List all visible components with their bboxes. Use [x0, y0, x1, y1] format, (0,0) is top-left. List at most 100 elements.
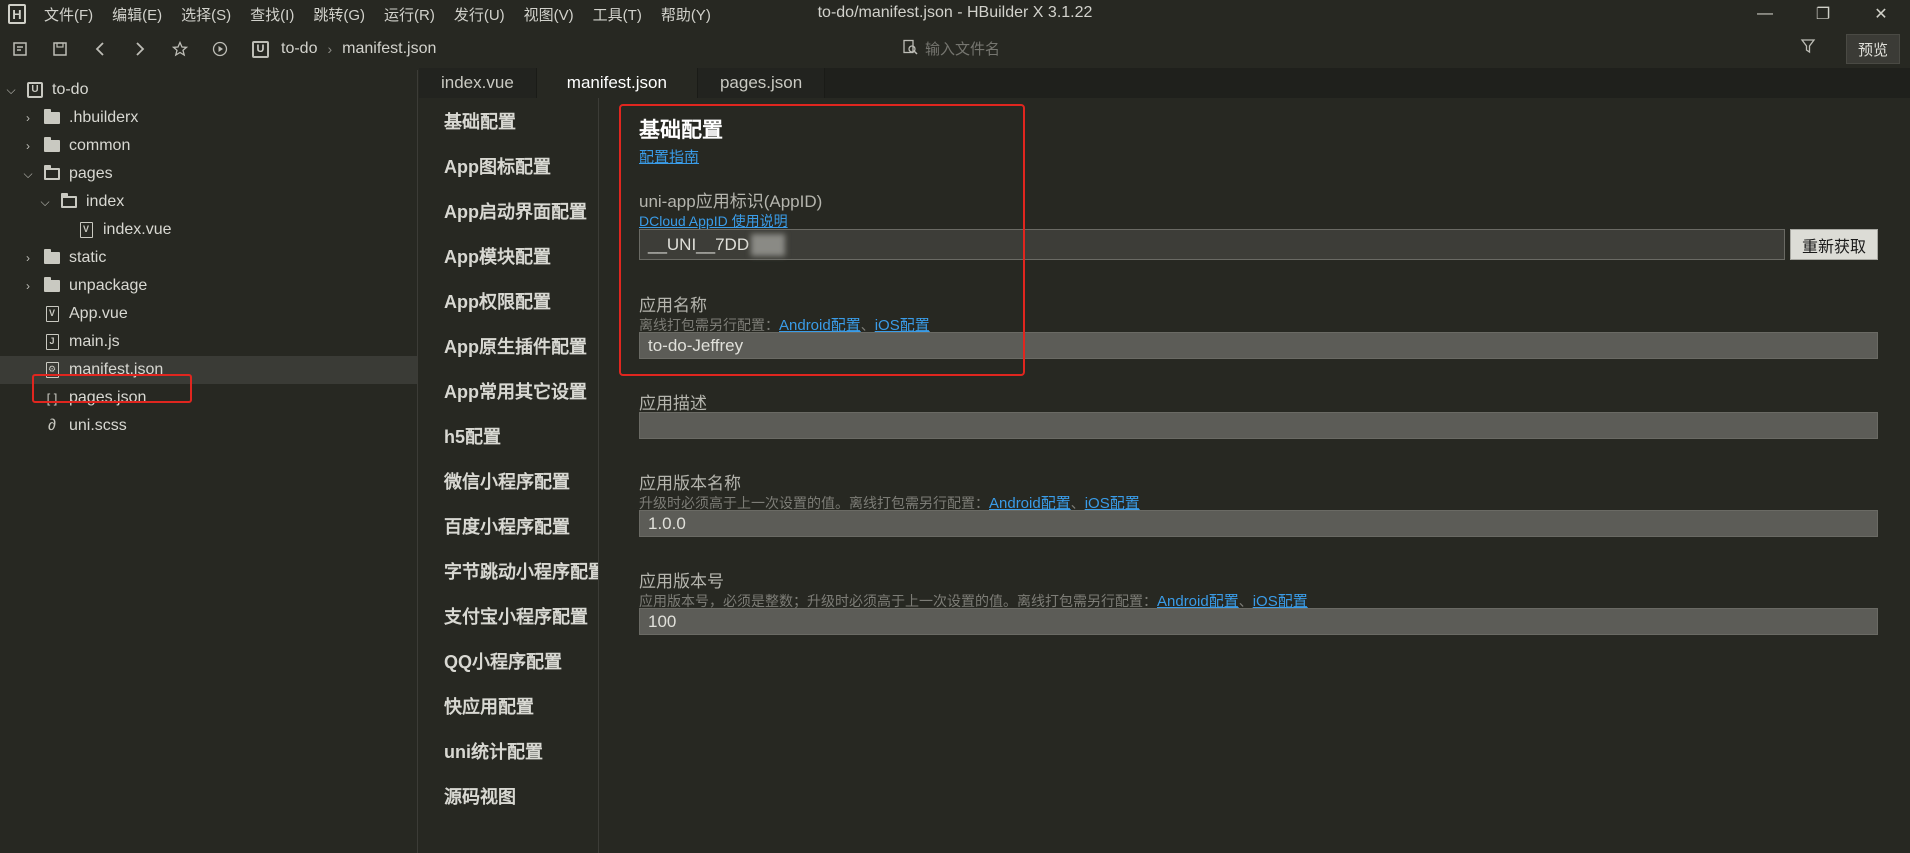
- config-nav-item[interactable]: 快应用配置: [419, 683, 598, 728]
- config-nav-item[interactable]: App原生插件配置: [419, 323, 598, 368]
- tree-item-app-vue[interactable]: V App.vue: [0, 300, 417, 328]
- menu-item[interactable]: 查找(I): [250, 4, 294, 25]
- config-nav-item[interactable]: App模块配置: [419, 233, 598, 278]
- app-name-label: 应用名称: [639, 296, 707, 315]
- breadcrumb-project[interactable]: to-do: [281, 40, 317, 58]
- menu-item[interactable]: 运行(R): [384, 4, 435, 25]
- tree-item-pages[interactable]: ⌵ pages: [0, 160, 417, 188]
- version-code-field[interactable]: 100: [639, 608, 1878, 635]
- version-code-hint-text: 应用版本号，必须是整数；升级时必须高于上一次设置的值。离线打包需另行配置：: [639, 593, 1157, 609]
- tree-item-static[interactable]: › static: [0, 244, 417, 272]
- toolbar: U to-do › manifest.json 预览: [0, 32, 1910, 66]
- breadcrumb-separator-icon: ›: [327, 41, 333, 57]
- config-guide-link[interactable]: 配置指南: [639, 146, 699, 167]
- manifest-config-nav: 基础配置 App图标配置 App启动界面配置 App模块配置 App权限配置 App原生插…: [419, 98, 599, 853]
- menu-item[interactable]: 发行(U): [454, 4, 505, 25]
- menu-item[interactable]: 跳转(G): [313, 4, 365, 25]
- save-icon[interactable]: [40, 34, 80, 64]
- version-name-field[interactable]: 1.0.0: [639, 510, 1878, 537]
- tree-item-label: index: [86, 193, 125, 210]
- tree-item-main-js[interactable]: Jmain.js: [0, 328, 417, 356]
- config-nav-item[interactable]: App权限配置: [419, 278, 598, 323]
- config-nav-item[interactable]: App常用其它设置: [419, 368, 598, 413]
- tree-item-index-vue[interactable]: Vindex.vue: [0, 216, 417, 244]
- appid-field[interactable]: __UNI__7DD: [639, 229, 1785, 260]
- app-name-field[interactable]: to-do-Jeffrey: [639, 332, 1878, 359]
- config-nav-item[interactable]: 支付宝小程序配置: [419, 593, 598, 638]
- redacted-patch: [751, 233, 786, 256]
- chevron-right-icon[interactable]: ›: [21, 251, 35, 265]
- minimize-icon[interactable]: —: [1736, 0, 1794, 28]
- tree-item-label: .hbuilderx: [69, 109, 139, 126]
- config-nav-item[interactable]: uni统计配置: [419, 728, 598, 773]
- chevron-right-icon[interactable]: ›: [21, 139, 35, 153]
- folder-shape: [44, 137, 60, 152]
- tab-index-vue[interactable]: index.vue: [419, 68, 537, 98]
- back-icon[interactable]: [80, 34, 120, 64]
- chevron-down-icon[interactable]: ⌵: [4, 83, 18, 98]
- hbuilder-logo-icon[interactable]: H: [8, 4, 26, 24]
- refetch-appid-button[interactable]: 重新获取: [1790, 229, 1878, 260]
- star-icon[interactable]: [160, 34, 200, 64]
- preview-button[interactable]: 预览: [1846, 34, 1900, 64]
- tab-pages-json[interactable]: pages.json: [697, 68, 826, 98]
- config-nav-item[interactable]: QQ小程序配置: [419, 638, 598, 683]
- file-glyph: V: [79, 222, 93, 238]
- window-controls: — ❐ ✕: [1736, 0, 1910, 28]
- config-nav-item[interactable]: App启动界面配置: [419, 188, 598, 233]
- tree-item-label: common: [69, 137, 131, 154]
- tree-item-to-do[interactable]: ⌵ Uto-do: [0, 76, 417, 104]
- forward-icon[interactable]: [120, 34, 160, 64]
- menu-item[interactable]: 选择(S): [181, 4, 231, 25]
- menu-item[interactable]: 帮助(Y): [661, 4, 711, 25]
- chevron-down-icon[interactable]: ⌵: [38, 195, 52, 210]
- basic-config-panel: 基础配置 配置指南 uni-app应用标识(AppID) DCloud AppI…: [600, 98, 1910, 853]
- appid-help-link[interactable]: DCloud AppID 使用说明: [639, 211, 788, 231]
- config-nav-item[interactable]: 微信小程序配置: [419, 458, 598, 503]
- filter-icon[interactable]: [1800, 38, 1816, 59]
- hint-separator: 、: [1070, 495, 1085, 511]
- hint-separator: 、: [1238, 593, 1253, 609]
- app-name-hint-text: 离线打包需另行配置：: [639, 317, 779, 333]
- folder-shape: [44, 277, 60, 292]
- project-icon: U: [26, 82, 44, 98]
- chevron-down-icon[interactable]: ⌵: [21, 167, 35, 182]
- tree-item-index[interactable]: ⌵ index: [0, 188, 417, 216]
- close-icon[interactable]: ✕: [1852, 0, 1910, 28]
- run-icon[interactable]: [200, 34, 240, 64]
- app-desc-field[interactable]: [639, 412, 1878, 439]
- config-nav-item[interactable]: 源码视图: [419, 773, 598, 818]
- new-file-icon[interactable]: [0, 34, 40, 64]
- tree-item-uni-scss[interactable]: ∂ uni.scss: [0, 412, 417, 440]
- chevron-right-icon[interactable]: ›: [21, 111, 35, 125]
- section-title: 基础配置: [639, 119, 723, 142]
- folder-icon: [60, 193, 78, 208]
- folder-shape: [44, 249, 60, 264]
- tree-item-hbuilderx[interactable]: › .hbuilderx: [0, 104, 417, 132]
- tree-item-label: main.js: [69, 333, 120, 350]
- menu-item[interactable]: 文件(F): [44, 4, 93, 25]
- menu-item[interactable]: 工具(T): [593, 4, 642, 25]
- config-nav-item[interactable]: 基础配置: [419, 98, 598, 143]
- appid-label: uni-app应用标识(AppID): [639, 192, 823, 211]
- search-input[interactable]: [925, 40, 1625, 58]
- tree-item-label: index.vue: [103, 221, 172, 238]
- config-nav-item[interactable]: App图标配置: [419, 143, 598, 188]
- breadcrumb: U to-do › manifest.json: [252, 40, 436, 58]
- config-nav-item[interactable]: 百度小程序配置: [419, 503, 598, 548]
- editor-tabs: index.vue manifest.json pages.json: [419, 68, 1910, 98]
- config-nav-item[interactable]: 字节跳动小程序配置: [419, 548, 598, 593]
- appid-value: __UNI__7DD: [648, 234, 750, 254]
- restore-icon[interactable]: ❐: [1794, 0, 1852, 28]
- tab-manifest-json[interactable]: manifest.json: [536, 68, 698, 98]
- tree-item-unpackage[interactable]: › unpackage: [0, 272, 417, 300]
- menu-item[interactable]: 视图(V): [524, 4, 574, 25]
- folder-shape: [44, 165, 60, 180]
- chevron-right-icon[interactable]: ›: [21, 279, 35, 293]
- title-bar: H 文件(F) 编辑(E) 选择(S) 查找(I) 跳转(G) 运行(R) 发行(U) 视图(…: [0, 0, 1910, 28]
- breadcrumb-file[interactable]: manifest.json: [342, 40, 436, 58]
- tree-item-label: unpackage: [69, 277, 148, 294]
- config-nav-item[interactable]: h5配置: [419, 413, 598, 458]
- menu-item[interactable]: 编辑(E): [112, 4, 162, 25]
- tree-item-common[interactable]: › common: [0, 132, 417, 160]
